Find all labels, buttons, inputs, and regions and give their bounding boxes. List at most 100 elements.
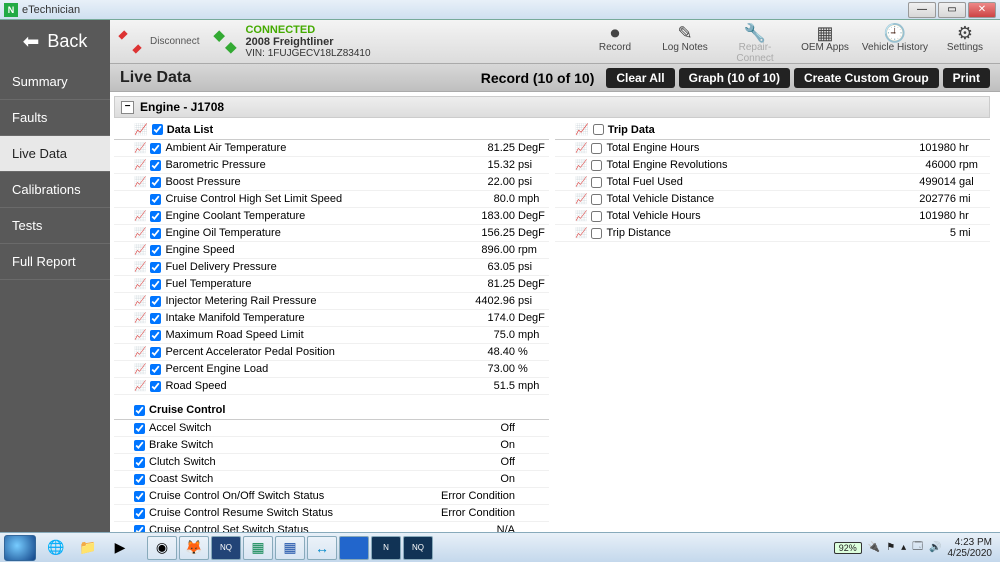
row-checkbox[interactable] — [591, 194, 602, 205]
graph-icon[interactable]: 📈 — [575, 177, 587, 188]
header-print-button[interactable]: Print — [943, 68, 990, 88]
row-checkbox[interactable] — [150, 296, 161, 307]
toolbar-vehicle-history[interactable]: 🕘Vehicle History — [860, 20, 930, 64]
row-checkbox[interactable] — [150, 347, 161, 358]
data-row: Cruise Control Resume Switch StatusError… — [114, 505, 549, 522]
graph-icon[interactable]: 📈 — [134, 123, 148, 136]
sidebar-item-live-data[interactable]: Live Data — [0, 136, 110, 172]
graph-icon[interactable]: 📈 — [575, 123, 589, 136]
row-checkbox[interactable] — [150, 143, 161, 154]
collapse-icon[interactable]: − — [121, 101, 134, 114]
row-checkbox[interactable] — [150, 211, 161, 222]
row-checkbox[interactable] — [591, 228, 602, 239]
row-checkbox[interactable] — [150, 245, 161, 256]
start-button[interactable] — [4, 535, 36, 561]
row-checkbox[interactable] — [150, 262, 161, 273]
graph-icon[interactable]: 📈 — [134, 330, 146, 341]
maximize-button[interactable]: ▭ — [938, 2, 966, 18]
toolbar-record[interactable]: ⏺Record — [580, 20, 650, 64]
taskbar-chrome-icon[interactable]: ◉ — [147, 536, 177, 560]
graph-icon[interactable]: 📈 — [575, 143, 587, 154]
clock[interactable]: 4:23 PM 4/25/2020 — [948, 537, 997, 559]
row-checkbox[interactable] — [134, 525, 145, 533]
taskbar-teamviewer-icon[interactable]: ↔ — [307, 536, 337, 560]
graph-icon[interactable]: 📈 — [134, 228, 146, 239]
minimize-button[interactable]: — — [908, 2, 936, 18]
section-header[interactable]: − Engine - J1708 — [114, 96, 990, 118]
row-checkbox[interactable] — [134, 440, 145, 451]
row-checkbox[interactable] — [150, 313, 161, 324]
close-button[interactable]: ✕ — [968, 2, 996, 18]
taskbar-media-icon[interactable]: ▶ — [105, 536, 135, 560]
sidebar-item-faults[interactable]: Faults — [0, 100, 110, 136]
graph-icon[interactable]: 📈 — [134, 347, 146, 358]
graph-icon[interactable]: 📈 — [134, 296, 146, 307]
battery-indicator[interactable]: 92% — [834, 542, 862, 554]
graph-icon[interactable]: 📈 — [575, 228, 587, 239]
row-checkbox[interactable] — [150, 177, 161, 188]
tray-network-icon[interactable]: 🗔 — [912, 539, 923, 556]
graph-icon[interactable]: 📈 — [134, 177, 146, 188]
row-checkbox[interactable] — [134, 508, 145, 519]
back-button[interactable]: ⬅ Back — [0, 20, 110, 64]
sidebar-item-tests[interactable]: Tests — [0, 208, 110, 244]
toolbar-log-notes[interactable]: ✎Log Notes — [650, 20, 720, 64]
taskbar-excel-icon[interactable]: ▦ — [243, 536, 273, 560]
header-create-custom-group-button[interactable]: Create Custom Group — [794, 68, 939, 88]
graph-icon[interactable]: 📈 — [134, 364, 146, 375]
row-checkbox[interactable] — [134, 491, 145, 502]
row-checkbox[interactable] — [150, 364, 161, 375]
graph-icon[interactable]: 📈 — [134, 160, 146, 171]
row-checkbox[interactable] — [591, 211, 602, 222]
taskbar-app1-icon[interactable] — [339, 536, 369, 560]
tray-flag-icon[interactable]: ⚑ — [886, 542, 895, 553]
header-clear-all-button[interactable]: Clear All — [606, 68, 674, 88]
group-cruise[interactable]: Cruise Control — [114, 401, 549, 420]
row-checkbox[interactable] — [150, 279, 161, 290]
row-value: On — [435, 473, 515, 485]
graph-icon[interactable]: 📈 — [575, 211, 587, 222]
row-checkbox[interactable] — [591, 143, 602, 154]
group-checkbox[interactable] — [152, 124, 163, 135]
row-checkbox[interactable] — [150, 194, 161, 205]
tray-sound-icon[interactable]: 🔊 — [929, 542, 941, 553]
sidebar-item-summary[interactable]: Summary — [0, 64, 110, 100]
graph-icon[interactable]: 📈 — [134, 211, 146, 222]
row-checkbox[interactable] — [150, 160, 161, 171]
group-checkbox[interactable] — [134, 405, 145, 416]
graph-icon[interactable]: 📈 — [575, 160, 587, 171]
taskbar-ie-icon[interactable]: 🌐 — [41, 536, 71, 560]
taskbar-app3-icon[interactable]: NQ — [403, 536, 433, 560]
graph-icon[interactable]: 📈 — [575, 194, 587, 205]
row-checkbox[interactable] — [591, 177, 602, 188]
graph-icon[interactable]: 📈 — [134, 381, 146, 392]
toolbar-settings[interactable]: ⚙Settings — [930, 20, 1000, 64]
group-trip[interactable]: 📈 Trip Data — [555, 120, 990, 140]
graph-icon[interactable]: 📈 — [134, 313, 146, 324]
taskbar-explorer-icon[interactable]: 📁 — [73, 536, 103, 560]
graph-icon[interactable]: 📈 — [134, 143, 146, 154]
row-checkbox[interactable] — [150, 381, 161, 392]
row-checkbox[interactable] — [591, 160, 602, 171]
taskbar-firefox-icon[interactable]: 🦊 — [179, 536, 209, 560]
row-checkbox[interactable] — [150, 228, 161, 239]
taskbar-app2-icon[interactable]: N — [371, 536, 401, 560]
group-data-list[interactable]: 📈 Data List — [114, 120, 549, 140]
disconnect-button[interactable]: Disconnect — [110, 28, 205, 56]
row-checkbox[interactable] — [134, 423, 145, 434]
taskbar-word-icon[interactable]: ▦ — [275, 536, 305, 560]
group-checkbox[interactable] — [593, 124, 604, 135]
toolbar-oem-apps[interactable]: ▦OEM Apps — [790, 20, 860, 64]
sidebar-item-calibrations[interactable]: Calibrations — [0, 172, 110, 208]
sidebar-item-full-report[interactable]: Full Report — [0, 244, 110, 280]
row-checkbox[interactable] — [150, 330, 161, 341]
row-checkbox[interactable] — [134, 457, 145, 468]
row-value: Off — [435, 422, 515, 434]
graph-icon[interactable]: 📈 — [134, 262, 146, 273]
taskbar-nexiq-icon[interactable]: NQ — [211, 536, 241, 560]
graph-icon[interactable]: 📈 — [134, 245, 146, 256]
row-checkbox[interactable] — [134, 474, 145, 485]
graph-icon[interactable]: 📈 — [134, 279, 146, 290]
header-graph-of--button[interactable]: Graph (10 of 10) — [679, 68, 790, 88]
tray-chevron-icon[interactable]: ▴ — [901, 542, 906, 553]
